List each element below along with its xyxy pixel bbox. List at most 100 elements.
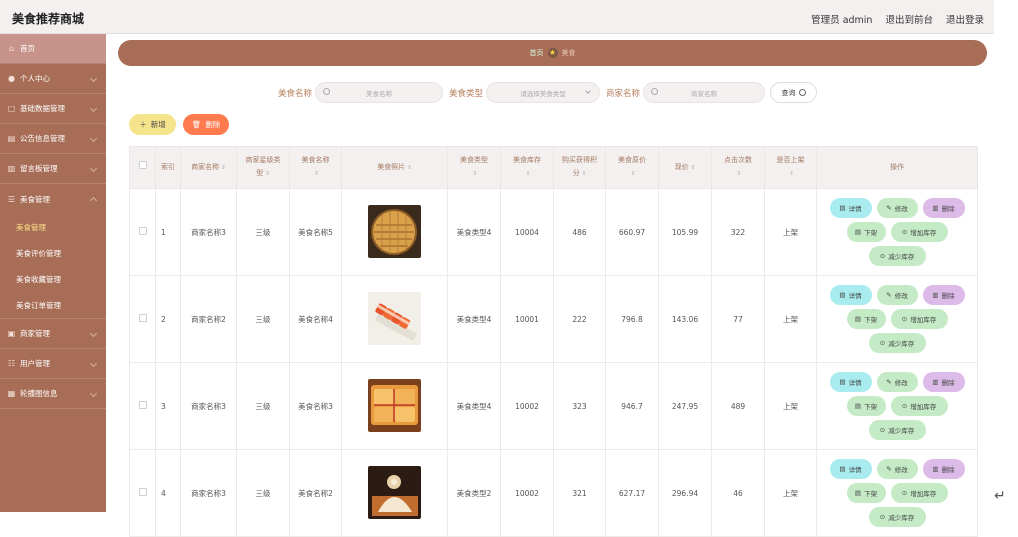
edit-button[interactable]: ✎ 修改 [876, 372, 918, 392]
logout-link[interactable]: 退出登录 [946, 12, 984, 26]
cell-ops: ▤ 详情 ✎ 修改 ▥ 删除 ▤ 下架 ⊙ 增加库存 ⊙ 减少库存 [816, 188, 978, 276]
submenu-item-food-order[interactable]: 美食订单管理 [0, 292, 106, 318]
cell-clicks: 77 [711, 275, 765, 363]
cell-clicks: 46 [711, 449, 765, 537]
sidebar-item-notice[interactable]: ▤ 公告信息管理 [0, 124, 106, 154]
increase-stock-button[interactable]: ⊙ 增加库存 [890, 483, 948, 503]
submenu-item-food-review[interactable]: 美食评价管理 [0, 240, 106, 266]
sidebar-item-carousel[interactable]: ▦ 轮播图信息 [0, 379, 106, 409]
food-name-input[interactable]: 美食名称 [315, 82, 444, 103]
sidebar-item-users[interactable]: ☷ 用户管理 [0, 349, 106, 379]
food-photo[interactable] [368, 378, 421, 434]
increase-stock-button[interactable]: ⊙ 增加库存 [890, 396, 948, 416]
document-icon: ▤ [839, 465, 846, 473]
cell-points: 321 [553, 449, 606, 537]
sidebar-item-food[interactable]: ☰ 美食管理 [0, 184, 106, 214]
breadcrumb-home[interactable]: 首页 [530, 48, 544, 58]
remove-label: 删除 [941, 292, 955, 300]
col-orig-price[interactable]: 美食原价 ⇕ [605, 146, 659, 189]
sidebar-item-message-board[interactable]: ▥ 留言板管理 [0, 154, 106, 184]
col-star[interactable]: 商家星级类型 ⇕ [236, 146, 290, 189]
select-all-checkbox[interactable] [138, 161, 147, 169]
col-points[interactable]: 购买获得积分 ⇕ [553, 146, 606, 189]
edit-button[interactable]: ✎ 修改 [876, 285, 918, 305]
col-type[interactable]: 美食类型 ⇕ [447, 146, 501, 189]
increase-stock-button[interactable]: ⊙ 增加库存 [890, 222, 948, 242]
col-stock[interactable]: 美食库存 ⇕ [500, 146, 554, 189]
col-photo[interactable]: 美食照片 ⇕ [341, 146, 448, 189]
sidebar-item-shop[interactable]: ▣ 商家管理 [0, 319, 106, 349]
plus-icon: ＋ [139, 120, 147, 129]
exit-to-front-link[interactable]: 退出到前台 [885, 12, 933, 26]
detail-button[interactable]: ▤ 详情 [829, 459, 872, 479]
batch-delete-button[interactable]: 🗑 删除 [183, 114, 229, 135]
row-checkbox[interactable] [138, 488, 147, 496]
edit-button[interactable]: ✎ 修改 [876, 198, 918, 218]
food-photo[interactable] [368, 465, 421, 521]
sort-icon: ⇕ [221, 164, 226, 171]
sidebar-item-base-data[interactable]: ▢ 基础数据管理 [0, 94, 106, 124]
take-down-button[interactable]: ▤ 下架 [846, 483, 886, 503]
delete-button[interactable]: ▥ 删除 [922, 285, 965, 305]
detail-button[interactable]: ▤ 详情 [829, 198, 872, 218]
chevron-down-icon [89, 104, 98, 113]
decrease-stock-button[interactable]: ⊙ 减少库存 [868, 420, 926, 440]
query-button[interactable]: 查询 [770, 82, 818, 103]
edit-label: 修改 [894, 292, 908, 300]
row-checkbox[interactable] [138, 314, 147, 322]
col-ops: 操作 [816, 146, 978, 189]
location-icon: ⊙ [879, 339, 886, 347]
dec-label: 减少库存 [888, 514, 915, 522]
cell-onsale: 上架 [764, 188, 817, 276]
shop-icon: ▣ [7, 329, 16, 338]
trash-icon: ▥ [932, 291, 939, 299]
take-down-button[interactable]: ▤ 下架 [846, 396, 886, 416]
detail-button[interactable]: ▤ 详情 [829, 372, 872, 392]
take-down-button[interactable]: ▤ 下架 [846, 222, 886, 242]
sidebar-item-profile[interactable]: ● 个人中心 [0, 64, 106, 94]
cell-star: 三级 [236, 362, 290, 450]
food-type-select[interactable]: 请选择美食类型 [486, 82, 601, 103]
delete-button[interactable]: ▥ 删除 [922, 198, 965, 218]
remove-label: 删除 [941, 379, 955, 387]
location-icon: ⊙ [879, 252, 886, 260]
take-down-button[interactable]: ▤ 下架 [846, 309, 886, 329]
food-photo[interactable] [368, 291, 421, 347]
delete-button[interactable]: ▥ 删除 [922, 372, 965, 392]
increase-stock-button[interactable]: ⊙ 增加库存 [890, 309, 948, 329]
sort-icon: ⇕ [581, 171, 587, 177]
submenu-item-food-favorite[interactable]: 美食收藏管理 [0, 266, 106, 292]
sidebar-item-home[interactable]: ⌂ 首页 [0, 34, 106, 64]
add-button[interactable]: ＋ 新增 [129, 114, 176, 135]
row-select [129, 449, 156, 537]
inc-label: 增加库存 [910, 229, 937, 237]
decrease-stock-button[interactable]: ⊙ 减少库存 [868, 333, 926, 353]
col-name-label: 美食名称 [301, 156, 330, 164]
users-icon: ☷ [7, 359, 16, 368]
cell-star: 三级 [236, 188, 290, 276]
col-shop[interactable]: 商家名称 ⇕ [180, 146, 237, 189]
food-photo[interactable] [368, 204, 421, 260]
row-checkbox[interactable] [138, 401, 147, 409]
row-checkbox[interactable] [138, 227, 147, 235]
decrease-stock-button[interactable]: ⊙ 减少库存 [868, 507, 926, 527]
food-name-placeholder: 美食名称 [366, 89, 393, 98]
decrease-stock-button[interactable]: ⊙ 减少库存 [868, 246, 926, 266]
table-row: 4 商家名称3 三级 美食名称2 美食类型2 10002 321 627.17 296.94 46… [129, 449, 978, 537]
list-icon: ☰ [7, 194, 16, 204]
table-body: 1 商家名称3 三级 美食名称5 美食类型4 10004 486 660.97 105.99 32… [129, 188, 978, 537]
col-clicks[interactable]: 点击次数 ⇕ [711, 146, 765, 189]
cell-photo [341, 275, 448, 363]
sort-icon: ⇕ [525, 171, 531, 177]
edit-button[interactable]: ✎ 修改 [876, 459, 918, 479]
col-onsale[interactable]: 是否上架 ⇕ [764, 146, 817, 189]
message-icon: ▥ [7, 164, 16, 173]
delete-button[interactable]: ▥ 删除 [922, 459, 965, 479]
shop-name-input[interactable]: 商家名称 [643, 82, 766, 103]
col-name[interactable]: 美食名称 ⇕ [289, 146, 342, 189]
remove-label: 删除 [941, 466, 955, 474]
submenu-item-food-manage[interactable]: 美食管理 [0, 214, 106, 240]
col-price[interactable]: 现价 ⇕ [658, 146, 712, 189]
detail-button[interactable]: ▤ 详情 [829, 285, 872, 305]
sidebar-item-label: 基础数据管理 [20, 104, 65, 113]
